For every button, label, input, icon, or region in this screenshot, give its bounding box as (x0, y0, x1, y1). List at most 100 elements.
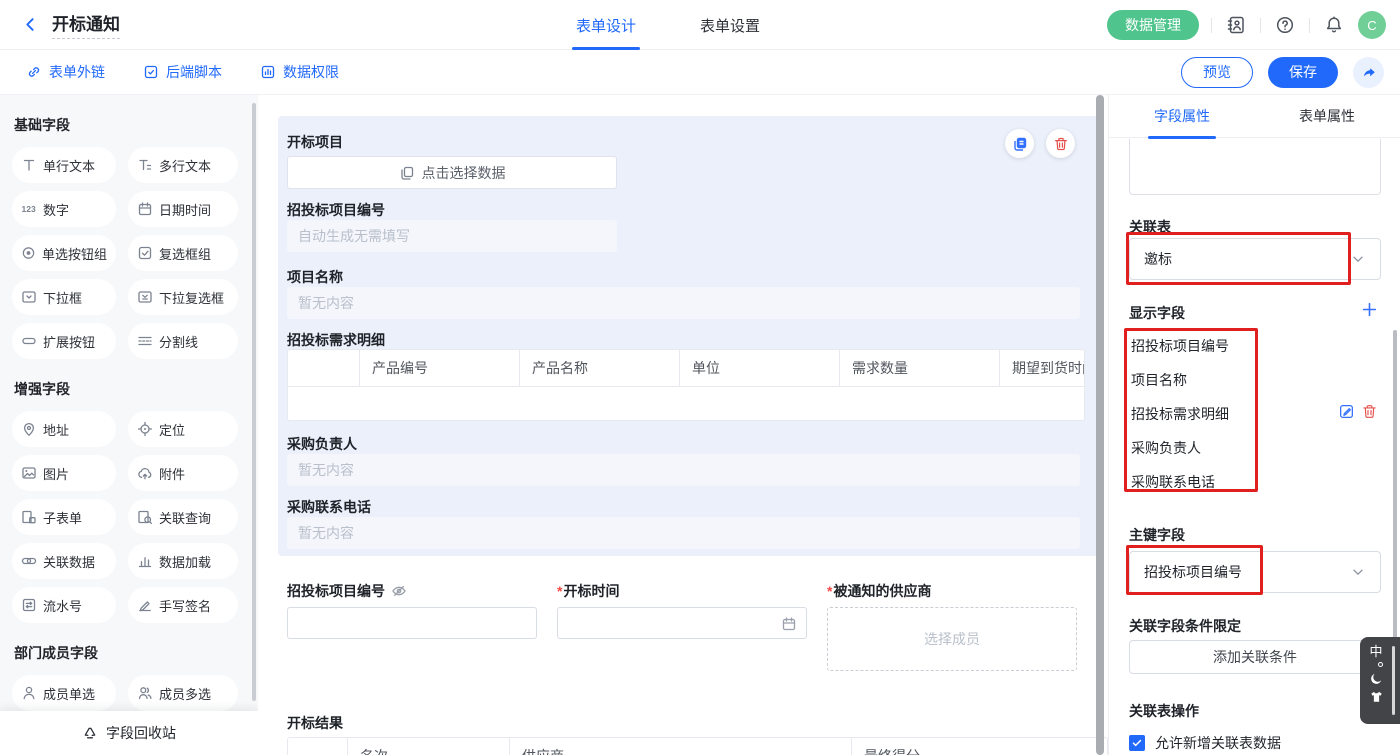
linked-data-icon (21, 553, 37, 569)
field-label: 采购联系电话 (287, 497, 371, 517)
dark-mode-moon-icon[interactable] (1369, 671, 1384, 686)
palette-member-multi[interactable]: 成员多选 (128, 675, 238, 711)
delete-display-fields-button[interactable] (1361, 403, 1378, 420)
field-label-required: *被通知的供应商 (827, 581, 931, 601)
copy-block-button[interactable] (1005, 129, 1034, 158)
palette-address[interactable]: 地址 (12, 411, 116, 447)
date-input[interactable] (557, 607, 807, 639)
share-button[interactable] (1353, 57, 1384, 88)
sidebar-scrollbar[interactable] (252, 103, 256, 701)
palette-subform[interactable]: 子表单 (12, 499, 116, 535)
language-ring-icon (1378, 662, 1383, 667)
help-icon[interactable] (1273, 13, 1297, 37)
palette-data-load[interactable]: 数据加载 (128, 543, 238, 579)
delete-block-button[interactable] (1046, 129, 1075, 158)
subform-icon (21, 509, 37, 525)
divider (1309, 18, 1310, 33)
clipped-input[interactable] (1129, 139, 1381, 195)
eye-off-icon (391, 583, 407, 599)
button-icon (21, 333, 37, 349)
people-icon (137, 685, 153, 701)
select-data-button[interactable]: 点击选择数据 (287, 156, 617, 189)
palette-attachment[interactable]: 附件 (128, 455, 238, 491)
palette-multi-select[interactable]: 下拉复选框 (128, 279, 238, 315)
palette-datetime[interactable]: 日期时间 (128, 191, 238, 227)
condition-label: 关联字段条件限定 (1129, 616, 1241, 636)
text-icon (21, 157, 37, 173)
data-permission-link[interactable]: 数据权限 (260, 62, 339, 82)
widget-divider (1392, 646, 1395, 715)
result-col-header: 名次 (348, 738, 510, 755)
palette-divider[interactable]: 分割线 (128, 323, 238, 359)
palette-number[interactable]: 123数字 (12, 191, 116, 227)
notification-bell-icon[interactable] (1322, 13, 1346, 37)
section-basic-fields: 基础字段 (14, 115, 244, 135)
search-doc-icon (137, 509, 153, 525)
field-recycle-bin[interactable]: 字段回收站 (0, 711, 258, 755)
palette-relation-data[interactable]: 关联数据 (12, 543, 116, 579)
palette-checkbox-group[interactable]: 复选框组 (128, 235, 238, 271)
text-input[interactable] (287, 607, 537, 639)
palette-multi-line-text[interactable]: 多行文本 (128, 147, 238, 183)
member-picker[interactable]: 选择成员 (827, 607, 1077, 671)
display-field-item[interactable]: 招投标需求明细 (1131, 404, 1229, 424)
tab-form-properties[interactable]: 表单属性 (1299, 95, 1355, 138)
palette-member-single[interactable]: 成员单选 (12, 675, 116, 711)
checkbox-checked[interactable] (1129, 735, 1145, 751)
display-field-item[interactable]: 采购联系电话 (1131, 472, 1215, 492)
palette-image[interactable]: 图片 (12, 455, 116, 491)
relation-table-select[interactable]: 邀标 (1129, 238, 1381, 280)
field-input-readonly: 暂无内容 (287, 454, 1080, 486)
recycle-icon (82, 725, 98, 741)
tab-field-properties[interactable]: 字段属性 (1154, 95, 1210, 138)
selected-relation-data-block[interactable]: 开标项目 点击选择数据 招投标项目编号 自动生成无需填写 项目名称 暂无内容 招… (278, 116, 1098, 556)
multiline-text-icon (137, 157, 153, 173)
page-title[interactable]: 开标通知 (52, 10, 120, 39)
display-fields-label: 显示字段 (1129, 303, 1185, 323)
display-field-item[interactable]: 招投标项目编号 (1131, 336, 1229, 356)
user-avatar[interactable]: C (1358, 11, 1386, 39)
save-button[interactable]: 保存 (1268, 57, 1338, 88)
backend-script-link[interactable]: 后端脚本 (143, 62, 222, 82)
form-external-link[interactable]: 表单外链 (26, 62, 105, 82)
language-toggle[interactable]: 中 (1369, 644, 1382, 659)
palette-extend-button[interactable]: 扩展按钮 (12, 323, 116, 359)
tab-form-design[interactable]: 表单设计 (572, 0, 640, 50)
canvas-scrollbar[interactable] (1096, 95, 1104, 755)
svg-text:123: 123 (22, 204, 36, 214)
chevron-down-icon (1350, 564, 1366, 580)
panel-scrollbar[interactable] (1393, 330, 1397, 648)
data-manage-button[interactable]: 数据管理 (1107, 10, 1199, 40)
primary-field-select[interactable]: 招投标项目编号 (1129, 551, 1381, 593)
calendar-icon (137, 201, 153, 217)
edit-display-fields-button[interactable] (1338, 403, 1355, 420)
palette-single-line-text[interactable]: 单行文本 (12, 147, 116, 183)
form-designer-app: 开标通知 表单设计 表单设置 数据管理 C 表单外链 (0, 0, 1400, 755)
subtable-col-header: 期望到货时间 (1000, 350, 1085, 386)
detail-subtable: 产品编号 产品名称 单位 需求数量 期望到货时间 (287, 349, 1085, 421)
divider-icon (137, 333, 153, 349)
display-field-item[interactable]: 采购负责人 (1131, 438, 1201, 458)
field-palette-sidebar: 基础字段 单行文本 多行文本 123数字 日期时间 单选按钮组 复选框组 下拉框… (0, 95, 258, 755)
palette-location[interactable]: 定位 (128, 411, 238, 447)
tab-form-settings[interactable]: 表单设置 (696, 0, 764, 50)
number-123-icon: 123 (21, 201, 37, 217)
section-member-fields: 部门成员字段 (14, 643, 244, 663)
translate-theme-widget[interactable]: 中 (1360, 637, 1400, 724)
palette-radio-group[interactable]: 单选按钮组 (12, 235, 116, 271)
result-table-label: 开标结果 (287, 713, 343, 733)
palette-select[interactable]: 下拉框 (12, 279, 116, 315)
header: 开标通知 表单设计 表单设置 数据管理 C (0, 0, 1400, 50)
palette-serial-number[interactable]: 流水号 (12, 587, 116, 623)
field-label: 采购负责人 (287, 434, 357, 454)
add-display-field-button[interactable] (1361, 301, 1378, 318)
display-field-item[interactable]: 项目名称 (1131, 370, 1187, 390)
add-condition-button[interactable]: 添加关联条件 (1129, 640, 1381, 674)
palette-relation-query[interactable]: 关联查询 (128, 499, 238, 535)
preview-button[interactable]: 预览 (1181, 57, 1253, 88)
contacts-icon[interactable] (1224, 13, 1248, 37)
checkbox-icon (137, 245, 153, 261)
back-button[interactable] (18, 13, 42, 37)
palette-signature[interactable]: 手写签名 (128, 587, 238, 623)
theme-shirt-icon[interactable] (1369, 690, 1384, 705)
